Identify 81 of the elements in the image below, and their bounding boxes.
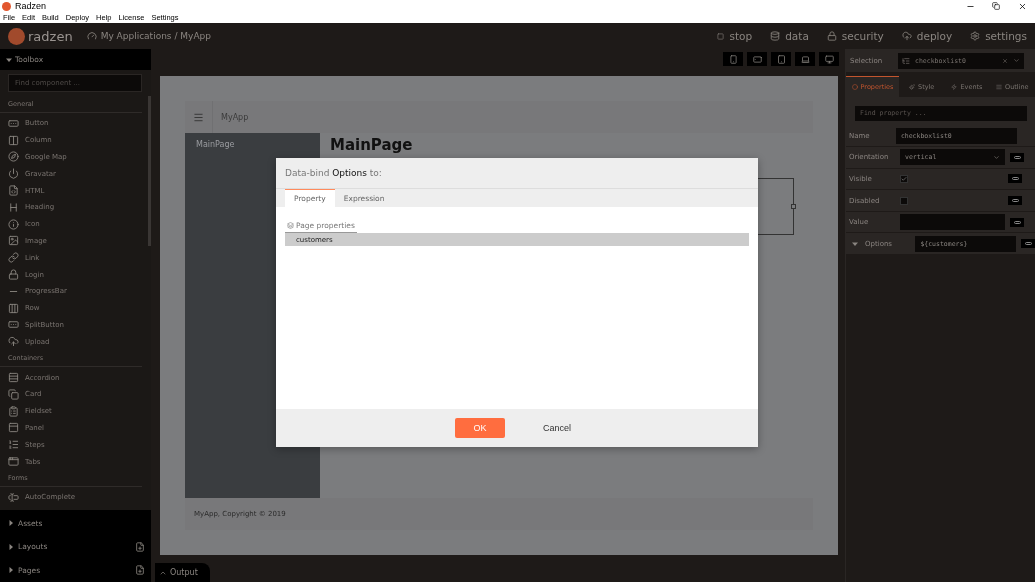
database-icon [770,31,781,41]
app-title: MyApp [221,112,249,122]
gear-icon [970,31,981,41]
power-icon [8,168,19,180]
bind-button[interactable] [1010,217,1024,227]
page-heading: MainPage [330,136,414,154]
toolbar-action[interactable]: settings [970,30,1027,42]
button-shape-icon [8,319,19,331]
device-button[interactable] [795,52,815,66]
list-tree-icon [902,56,910,65]
ok-button[interactable]: OK [455,418,505,438]
compass-icon [8,151,19,163]
menu-icon[interactable] [193,111,204,123]
chevron-down-icon[interactable] [1013,57,1020,64]
column-icon [8,134,19,146]
circle-icon [851,84,858,90]
brand-logo-icon [8,27,25,45]
lightning-icon [951,84,958,90]
tabs-icon [8,456,19,468]
device-button[interactable] [723,52,743,66]
brand-name: radzen [28,28,73,44]
steps-icon [8,439,19,451]
bind-button[interactable] [1021,239,1035,249]
expanded-caret-icon[interactable] [6,56,12,63]
cloud-upload-icon [901,31,912,41]
checkbox[interactable] [900,175,908,183]
row-icon [8,302,19,314]
nav-item[interactable]: MainPage [196,140,309,149]
device-button[interactable] [747,52,767,66]
add-file-icon[interactable] [135,541,145,552]
toolbar-action[interactable]: stop [717,30,753,42]
add-file-icon[interactable] [135,565,145,576]
bind-button[interactable] [1008,174,1022,184]
breadcrumb[interactable]: My Applications / MyApp [100,31,211,41]
phone-landscape-icon [752,54,762,64]
brush-icon [909,84,915,90]
image-icon [8,235,19,247]
phone-icon [728,54,738,64]
collapsed-caret-icon[interactable] [8,520,14,527]
gauge-icon [86,31,97,41]
device-button[interactable] [819,52,839,66]
file-code-icon [8,185,19,197]
app-logo [2,1,11,11]
collapsed-caret-icon[interactable] [8,543,14,550]
restore-icon[interactable] [992,2,1000,10]
clipboard-icon [8,405,19,417]
property-field[interactable] [900,214,1005,231]
device-button[interactable] [771,52,791,66]
lock-icon [8,269,19,281]
layers-icon [287,222,294,229]
toolbar-action[interactable]: data [770,30,809,42]
accordion-icon [8,372,19,384]
lock-icon [826,31,837,41]
clear-icon[interactable] [1002,57,1008,64]
bind-button[interactable] [1010,152,1024,162]
card-icon [8,388,19,400]
bind-button[interactable] [1008,196,1022,206]
tablet-icon [776,54,786,64]
stop-icon [717,32,725,40]
link-icon [8,252,19,264]
window-title: Radzen [15,1,47,11]
button-shape-icon [8,117,19,129]
outline-icon [996,84,1003,90]
dialog-title: Data-bind Options to: [285,168,382,178]
heading-icon [8,201,19,213]
output-tab[interactable]: Output [155,563,210,582]
chevron-down-icon[interactable] [993,153,1000,161]
info-icon [8,218,19,230]
close-icon[interactable] [1017,1,1027,11]
panel-icon [8,422,19,434]
toolbar-action[interactable]: security [826,30,884,42]
cloud-upload-icon [8,336,19,348]
checkbox[interactable] [900,196,908,205]
cancel-button[interactable]: Cancel [535,419,579,437]
laptop-icon [800,54,810,64]
caret-icon[interactable] [852,240,858,247]
monitor-icon [824,54,834,64]
check-icon [901,176,907,182]
text-input-icon [8,491,19,503]
collapsed-caret-icon[interactable] [8,567,14,574]
toolbar-action[interactable]: deploy [901,30,953,42]
